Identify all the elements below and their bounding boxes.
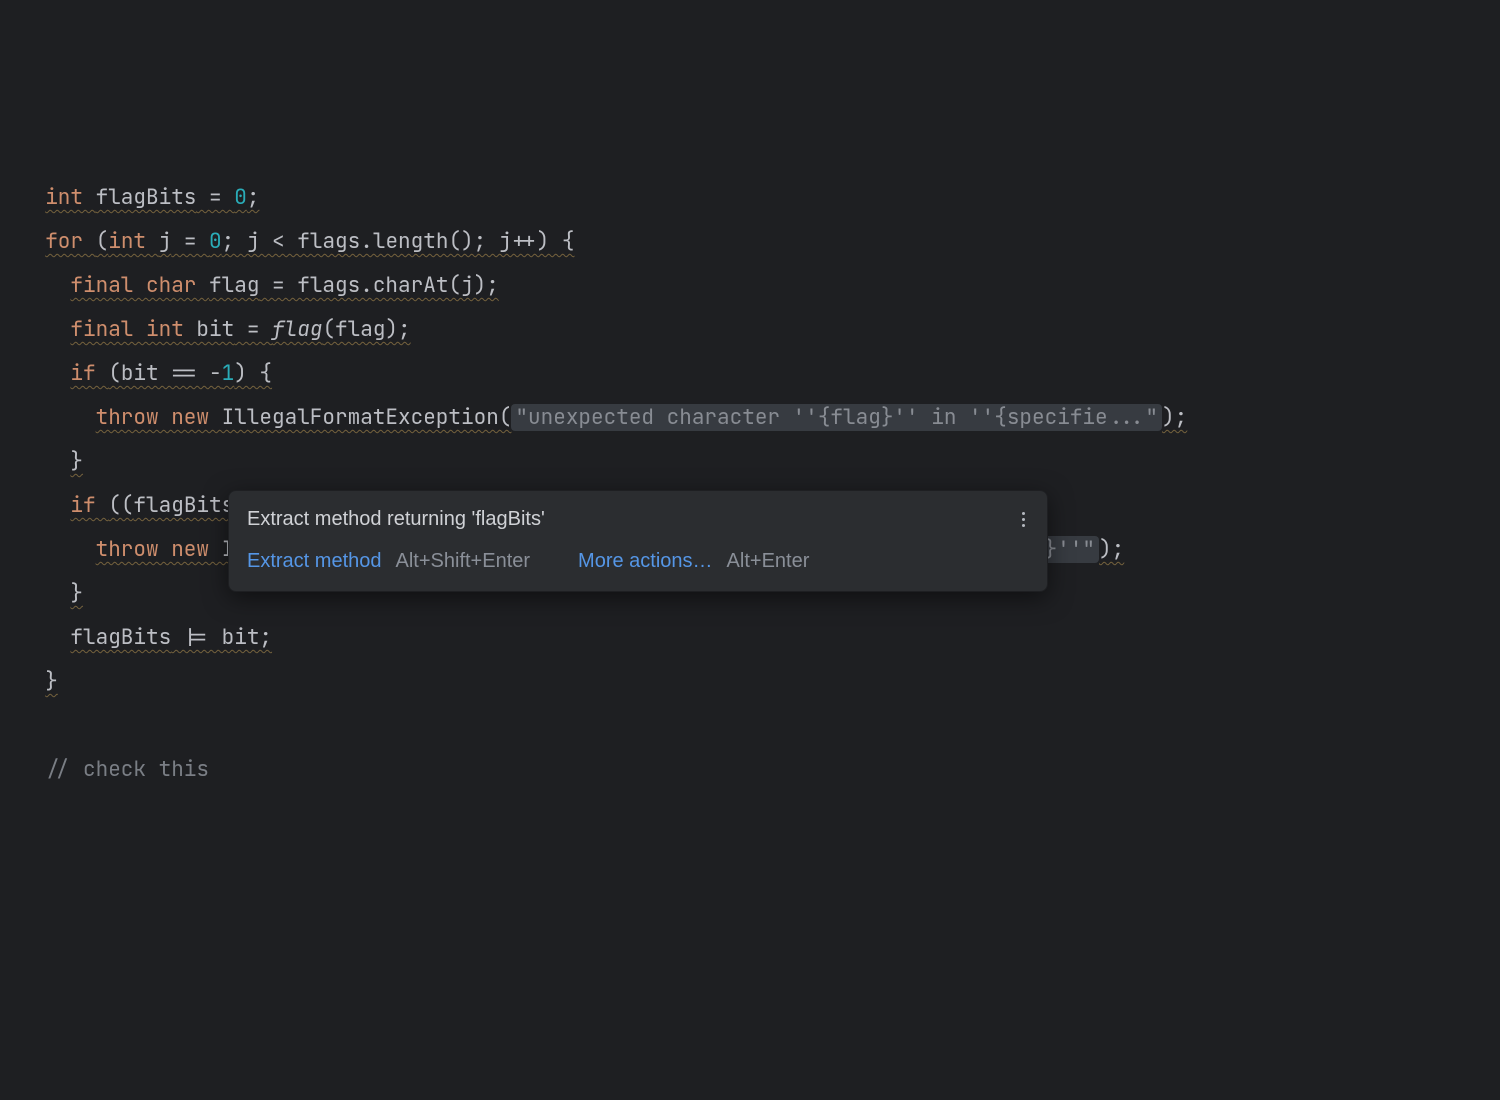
- code-token: = flags.charAt(j);: [259, 272, 498, 299]
- popup-title: Extract method returning 'flagBits': [247, 505, 545, 533]
- code-token: flagBits: [96, 184, 197, 211]
- popup-header: Extract method returning 'flagBits': [247, 505, 1029, 533]
- code-line[interactable]: }: [20, 440, 1500, 484]
- code-line[interactable]: if (bit == -1) {: [20, 352, 1500, 396]
- code-token: int: [45, 184, 95, 211]
- code-line[interactable]: int flagBits = 0;: [20, 176, 1500, 220]
- code-token: if: [70, 360, 108, 387]
- extract-method-action[interactable]: Extract method Alt+Shift+Enter: [247, 547, 530, 575]
- code-editor[interactable]: int flagBits = 0; for (int j = 0; j < fl…: [0, 176, 1500, 792]
- extract-method-link[interactable]: Extract method: [247, 547, 382, 575]
- more-actions-shortcut: Alt+Enter: [727, 547, 810, 575]
- code-token: j: [159, 228, 172, 255]
- code-token: (: [96, 228, 109, 255]
- code-token: ((: [108, 492, 133, 519]
- code-token: throw new: [96, 404, 222, 431]
- code-token: flagBits: [133, 492, 234, 519]
- code-token: }: [45, 668, 58, 695]
- code-token: 1: [222, 360, 235, 387]
- popup-actions: Extract method Alt+Shift+Enter More acti…: [247, 547, 1029, 575]
- code-token: for: [45, 228, 95, 255]
- code-token: bit: [196, 316, 234, 343]
- code-token: ) {: [234, 360, 272, 387]
- code-token: "unexpected character ''{flag}'' in ''{s…: [511, 404, 1162, 431]
- code-token: int: [108, 228, 158, 255]
- more-actions-link[interactable]: More actions…: [578, 547, 713, 575]
- code-line[interactable]: // check this: [20, 748, 1500, 792]
- code-token: =: [196, 184, 234, 211]
- code-token: ;: [247, 184, 260, 211]
- code-token: final int: [70, 316, 196, 343]
- code-token: ; j < flags.length(); j++) {: [222, 228, 575, 255]
- code-token: flagBits: [70, 624, 171, 651]
- code-line[interactable]: for (int j = 0; j < flags.length(); j++)…: [20, 220, 1500, 264]
- code-token: // check this: [45, 756, 209, 783]
- code-token: flag: [209, 272, 259, 299]
- code-token: (flag);: [322, 316, 410, 343]
- code-token: 0: [234, 184, 247, 211]
- code-token: );: [1162, 404, 1187, 431]
- code-line[interactable]: [20, 704, 1500, 748]
- code-line[interactable]: flagBits |= bit;: [20, 616, 1500, 660]
- more-actions-action[interactable]: More actions… Alt+Enter: [578, 547, 809, 575]
- code-line[interactable]: final char flag = flags.charAt(j);: [20, 264, 1500, 308]
- code-token: |= bit;: [171, 624, 272, 651]
- code-token: if: [70, 492, 108, 519]
- code-token: IllegalFormatException(: [222, 404, 512, 431]
- intention-popup: Extract method returning 'flagBits' Extr…: [228, 490, 1048, 592]
- code-token: throw new: [96, 536, 222, 563]
- code-line[interactable]: throw new IllegalFormatException("unexpe…: [20, 396, 1500, 440]
- code-line[interactable]: }: [20, 660, 1500, 704]
- extract-method-shortcut: Alt+Shift+Enter: [396, 547, 531, 575]
- code-token: }: [70, 580, 83, 607]
- code-token: final char: [70, 272, 209, 299]
- code-token: );: [1099, 536, 1124, 563]
- code-token: =: [234, 316, 272, 343]
- code-line[interactable]: final int bit = flag(flag);: [20, 308, 1500, 352]
- code-token: =: [171, 228, 209, 255]
- code-token: }: [70, 448, 83, 475]
- code-token: flag: [272, 316, 322, 343]
- code-token: (bit == -: [108, 360, 221, 387]
- more-options-icon[interactable]: [1018, 508, 1029, 531]
- code-token: 0: [209, 228, 222, 255]
